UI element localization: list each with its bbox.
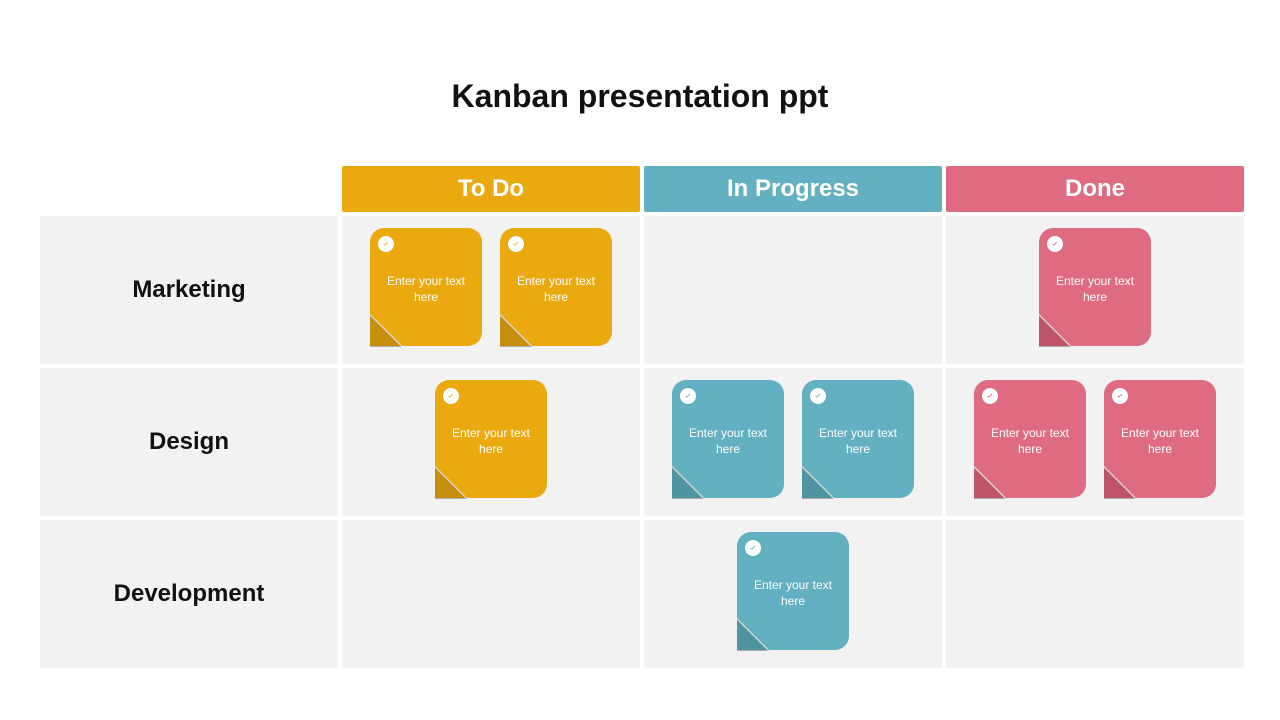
cell-development-progress: Enter your text here [644, 520, 942, 668]
card-fold [370, 316, 400, 346]
card-text: Enter your text here [812, 426, 904, 457]
kanban-card[interactable]: Enter your text here [1104, 380, 1216, 498]
kanban-card[interactable]: Enter your text here [370, 228, 482, 346]
card-text: Enter your text here [682, 426, 774, 457]
cell-design-todo: Enter your text here [342, 368, 640, 516]
check-icon [443, 388, 459, 404]
card-text: Enter your text here [747, 578, 839, 609]
cell-marketing-done: Enter your text here [946, 216, 1244, 364]
kanban-card[interactable]: Enter your text here [974, 380, 1086, 498]
card-text: Enter your text here [380, 274, 472, 305]
check-icon [982, 388, 998, 404]
kanban-card[interactable]: Enter your text here [672, 380, 784, 498]
card-text: Enter your text here [445, 426, 537, 457]
check-icon [680, 388, 696, 404]
cell-development-done [946, 520, 1244, 668]
card-fold [435, 468, 465, 498]
column-header-todo: To Do [342, 166, 640, 212]
column-header-done: Done [946, 166, 1244, 212]
column-header-progress: In Progress [644, 166, 942, 212]
card-fold [500, 316, 530, 346]
card-text: Enter your text here [1114, 426, 1206, 457]
kanban-board: To Do In Progress Done Marketing Enter y… [36, 162, 1248, 672]
kanban-card[interactable]: Enter your text here [1039, 228, 1151, 346]
check-icon [1047, 236, 1063, 252]
card-fold [802, 468, 832, 498]
card-text: Enter your text here [984, 426, 1076, 457]
cell-design-done: Enter your text here Enter your text here [946, 368, 1244, 516]
kanban-corner [40, 166, 338, 212]
card-fold [672, 468, 702, 498]
card-fold [1039, 316, 1069, 346]
cell-marketing-todo: Enter your text here Enter your text here [342, 216, 640, 364]
check-icon [810, 388, 826, 404]
page-title: Kanban presentation ppt [0, 0, 1280, 115]
check-icon [508, 236, 524, 252]
check-icon [378, 236, 394, 252]
kanban-card[interactable]: Enter your text here [802, 380, 914, 498]
check-icon [745, 540, 761, 556]
card-text: Enter your text here [1049, 274, 1141, 305]
card-fold [974, 468, 1004, 498]
row-header-development: Development [40, 520, 338, 668]
card-fold [1104, 468, 1134, 498]
cell-design-progress: Enter your text here Enter your text here [644, 368, 942, 516]
kanban-card[interactable]: Enter your text here [500, 228, 612, 346]
cell-development-todo [342, 520, 640, 668]
card-text: Enter your text here [510, 274, 602, 305]
kanban-card[interactable]: Enter your text here [737, 532, 849, 650]
cell-marketing-progress [644, 216, 942, 364]
kanban-card[interactable]: Enter your text here [435, 380, 547, 498]
check-icon [1112, 388, 1128, 404]
row-header-design: Design [40, 368, 338, 516]
card-fold [737, 620, 767, 650]
row-header-marketing: Marketing [40, 216, 338, 364]
